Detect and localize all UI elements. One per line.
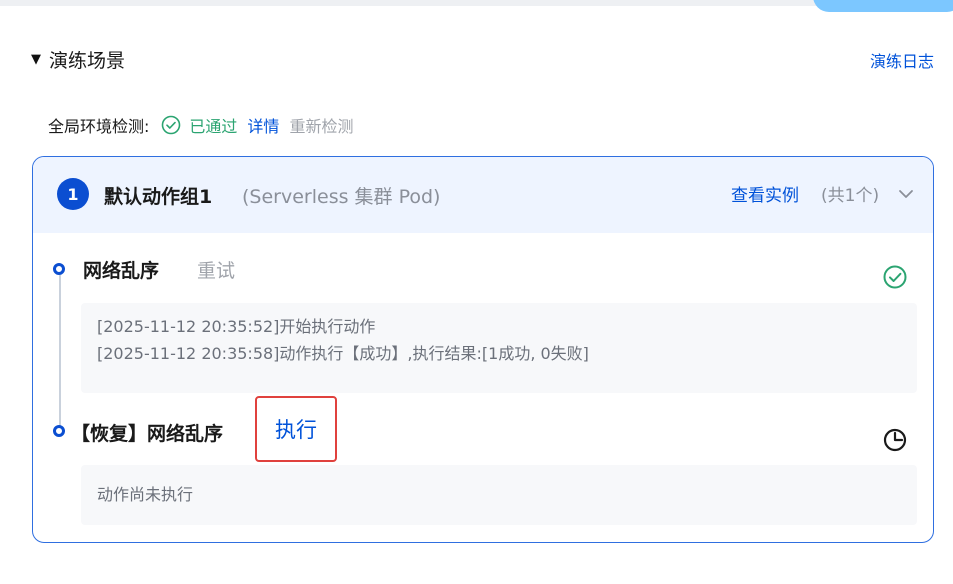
- env-detail-link[interactable]: 详情: [247, 113, 279, 137]
- top-tab[interactable]: [813, 0, 953, 12]
- env-check-row: 全局环境检测: 已通过 详情 重新检测: [48, 113, 353, 137]
- execute-button[interactable]: 执行: [255, 396, 337, 462]
- log-line: [2025-11-12 20:35:52]开始执行动作: [97, 317, 376, 336]
- execute-label: 执行: [275, 418, 317, 442]
- view-instances-link[interactable]: 查看实例: [731, 181, 799, 206]
- action-title: 【恢复】网络乱序: [71, 423, 224, 445]
- step-number-badge: 1: [57, 178, 89, 210]
- action-group-card: 1 默认动作组1 (Serverless 集群 Pod) 查看实例 (共1个) …: [32, 156, 934, 543]
- drill-log-link[interactable]: 演练日志: [870, 48, 934, 72]
- top-strip: [0, 0, 953, 6]
- log-line: [2025-11-12 20:35:58]动作执行【成功】,执行结果:[1成功,…: [97, 344, 589, 363]
- chevron-down-icon[interactable]: [897, 187, 915, 201]
- env-check-status: 已通过: [189, 117, 238, 136]
- caret-down-icon: ▼: [31, 52, 41, 67]
- instance-count: (共1个): [821, 186, 880, 206]
- log-line: 动作尚未执行: [97, 485, 194, 504]
- action-log-box: 动作尚未执行: [81, 465, 917, 525]
- action-group-header: 1 默认动作组1 (Serverless 集群 Pod) 查看实例 (共1个): [33, 157, 933, 233]
- check-circle-icon: [162, 115, 181, 135]
- section-toggle[interactable]: ▼ 演练场景: [31, 46, 125, 73]
- section-title: 演练场景: [49, 50, 126, 72]
- env-recheck-link[interactable]: 重新检测: [289, 113, 353, 137]
- action-title: 网络乱序: [83, 260, 160, 282]
- check-circle-icon: [883, 265, 907, 289]
- timeline-dot: [53, 263, 65, 275]
- timeline-line: [59, 275, 61, 431]
- action-log-box: [2025-11-12 20:35:52]开始执行动作 [2025-11-12 …: [81, 303, 917, 393]
- timeline-dot: [53, 425, 65, 437]
- action-group-target: (Serverless 集群 Pod): [242, 186, 441, 208]
- retry-button[interactable]: 重试: [197, 256, 235, 283]
- clock-pie-icon: [883, 428, 907, 452]
- action-group-title: 默认动作组1: [104, 186, 213, 208]
- env-check-label: 全局环境检测:: [48, 117, 150, 136]
